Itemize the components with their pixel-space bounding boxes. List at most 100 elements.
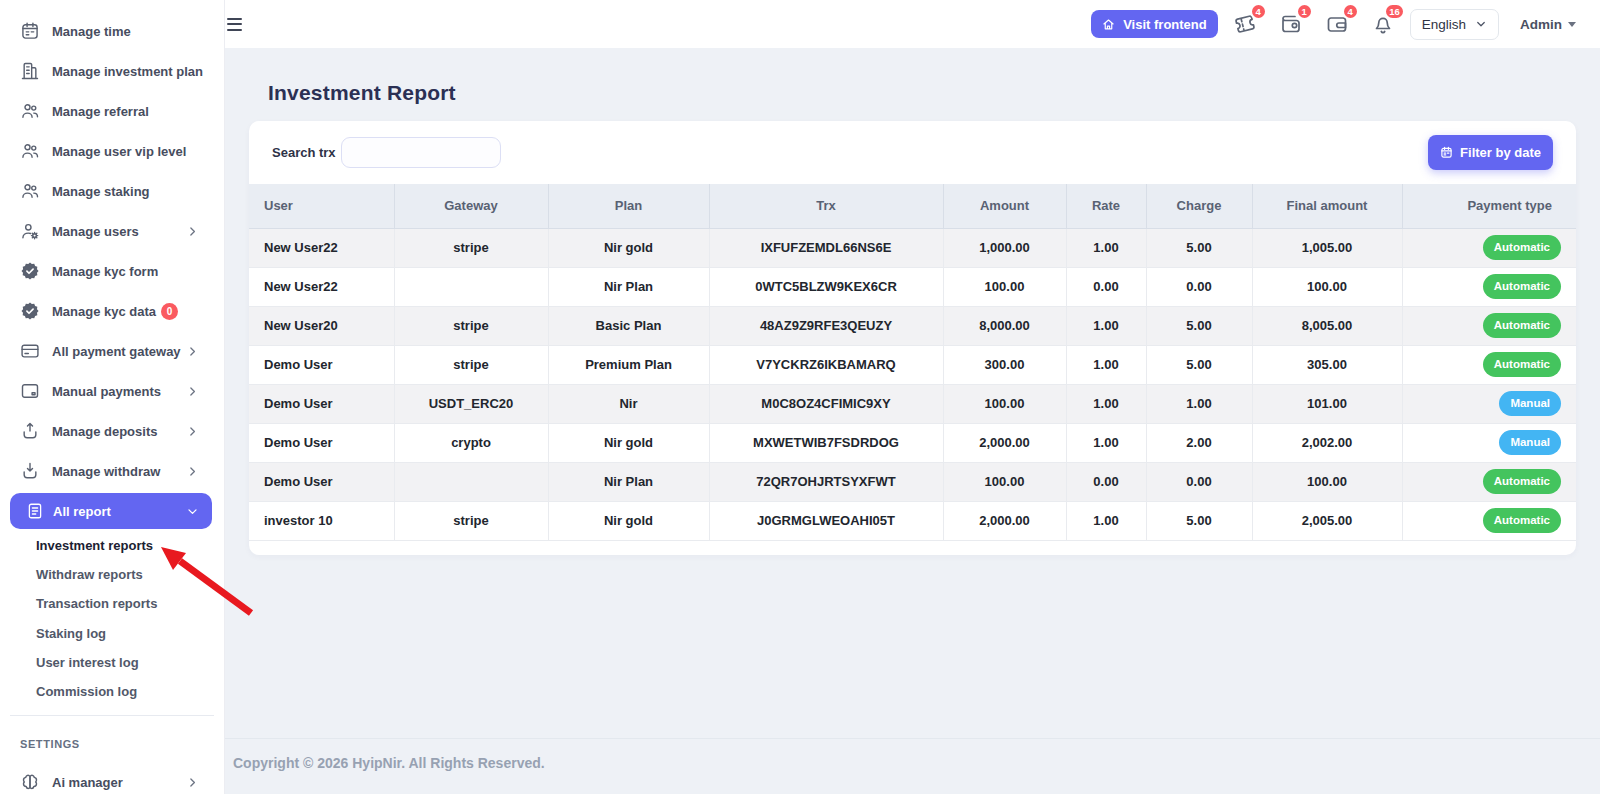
hamburger-menu-icon[interactable] <box>227 18 245 31</box>
sidebar-subitem-investment-reports[interactable]: Investment reports <box>0 531 224 560</box>
cell-trx: 72QR7OHJRTSYXFWT <box>709 462 943 501</box>
cell-rate: 1.00 <box>1066 228 1146 267</box>
sidebar-item-manage-deposits[interactable]: Manage deposits <box>0 411 224 451</box>
ticket-button[interactable]: 4 <box>1233 12 1257 36</box>
cell-payment-type: Automatic <box>1402 306 1576 345</box>
search-trx-label: Search trx <box>272 145 336 160</box>
cell-amount: 8,000.00 <box>943 306 1066 345</box>
sidebar-item-manage-users[interactable]: Manage users <box>0 211 224 251</box>
cell-user: New User22 <box>249 267 394 306</box>
cell-user: New User20 <box>249 306 394 345</box>
cell-plan: Nir <box>548 384 709 423</box>
column-header-amount: Amount <box>943 184 1066 228</box>
sidebar-subitem-withdraw-reports[interactable]: Withdraw reports <box>0 560 224 589</box>
table-row: Demo UserUSDT_ERC20NirM0C8OZ4CFIMIC9XY10… <box>249 384 1576 423</box>
admin-menu[interactable]: Admin <box>1520 17 1576 32</box>
sidebar-subitem-transaction-reports[interactable]: Transaction reports <box>0 589 224 618</box>
caret-down-icon <box>1568 22 1576 27</box>
admin-label: Admin <box>1520 17 1562 32</box>
search-trx-input[interactable] <box>341 137 501 168</box>
cell-rate: 1.00 <box>1066 423 1146 462</box>
sidebar-item-manage-time[interactable]: Manage time <box>0 11 224 51</box>
subitem-label: Staking log <box>36 626 106 641</box>
sidebar-item-label: Manual payments <box>52 384 161 399</box>
sidebar-item-all-payment-gateway[interactable]: All payment gateway <box>0 331 224 371</box>
cell-trx: J0GRMGLWEOAHI05T <box>709 501 943 540</box>
column-header-gateway: Gateway <box>394 184 548 228</box>
table-row: New User20stripeBasic Plan48AZ9Z9RFE3QEU… <box>249 306 1576 345</box>
cell-final-amount: 1,005.00 <box>1252 228 1402 267</box>
manual-payment-icon <box>20 381 40 401</box>
cell-amount: 100.00 <box>943 267 1066 306</box>
cell-charge: 5.00 <box>1146 306 1252 345</box>
report-icon <box>26 502 44 520</box>
cell-payment-type: Automatic <box>1402 462 1576 501</box>
cell-user: Demo User <box>249 345 394 384</box>
sidebar-item-manage-investment-plan[interactable]: Manage investment plan <box>0 51 224 91</box>
sidebar-subitem-staking-log[interactable]: Staking log <box>0 619 224 648</box>
sidebar-item-manual-payments[interactable]: Manual payments <box>0 371 224 411</box>
sidebar-item-manage-kyc-form[interactable]: Manage kyc form <box>0 251 224 291</box>
payment-type-badge: Automatic <box>1483 235 1561 261</box>
cell-plan: Nir gold <box>548 423 709 462</box>
credit-card-icon <box>20 341 40 361</box>
kyc-count-badge: 0 <box>161 303 178 320</box>
cell-gateway: USDT_ERC20 <box>394 384 548 423</box>
cell-amount: 100.00 <box>943 462 1066 501</box>
chevron-down-icon <box>1475 18 1487 30</box>
chev-right-icon <box>186 465 199 478</box>
table-row: Demo UsercryptoNir goldMXWETWIB7FSDRDOG2… <box>249 423 1576 462</box>
sidebar-item-manage-staking[interactable]: Manage staking <box>0 171 224 211</box>
sidebar-item-manage-referral[interactable]: Manage referral <box>0 91 224 131</box>
cell-final-amount: 305.00 <box>1252 345 1402 384</box>
cell-gateway: crypto <box>394 423 548 462</box>
sidebar-item-label: Manage kyc data <box>52 304 156 319</box>
cell-user: Demo User <box>249 423 394 462</box>
cell-plan: Nir gold <box>548 228 709 267</box>
cell-payment-type: Automatic <box>1402 228 1576 267</box>
sidebar-item-all-report[interactable]: All report <box>10 493 212 529</box>
cell-charge: 0.00 <box>1146 462 1252 501</box>
notification-count-badge: 1 <box>1296 3 1313 20</box>
cell-rate: 1.00 <box>1066 306 1146 345</box>
sidebar-item-label: Manage staking <box>52 184 150 199</box>
bell-button[interactable]: 16 <box>1371 12 1395 36</box>
payment-type-badge: Automatic <box>1483 469 1561 495</box>
cell-amount: 1,000.00 <box>943 228 1066 267</box>
visit-frontend-button[interactable]: Visit frontend <box>1091 10 1218 38</box>
sidebar-item-manage-withdraw[interactable]: Manage withdraw <box>0 451 224 491</box>
cell-plan: Nir Plan <box>548 267 709 306</box>
sidebar-item-manage-kyc-data[interactable]: Manage kyc data 0 <box>0 291 224 331</box>
cell-payment-type: Automatic <box>1402 345 1576 384</box>
cell-user: New User22 <box>249 228 394 267</box>
topbar: Visit frontend 41416 English Admin <box>225 0 1600 48</box>
sidebar-item-label: Manage referral <box>52 104 149 119</box>
cell-trx: V7YCKRZ6IKBAMARQ <box>709 345 943 384</box>
wallet-button[interactable]: 4 <box>1325 12 1349 36</box>
cell-rate: 1.00 <box>1066 384 1146 423</box>
sidebar-item-manage-user-vip-level[interactable]: Manage user vip level <box>0 131 224 171</box>
cell-charge: 5.00 <box>1146 501 1252 540</box>
table-row: investor 10stripeNir goldJ0GRMGLWEOAHI05… <box>249 501 1576 540</box>
sidebar-subitem-commission-log[interactable]: Commission log <box>0 677 224 706</box>
calendar-icon <box>1440 146 1453 159</box>
cell-user: Demo User <box>249 384 394 423</box>
cell-plan: Basic Plan <box>548 306 709 345</box>
cell-final-amount: 2,002.00 <box>1252 423 1402 462</box>
report-submenu: Investment reportsWithdraw reportsTransa… <box>0 531 224 706</box>
user-gear-icon <box>20 221 40 241</box>
column-header-charge: Charge <box>1146 184 1252 228</box>
sidebar-item-ai-manager[interactable]: Ai manager <box>0 762 224 794</box>
topbar-icons: 414 16 <box>1233 12 1395 36</box>
column-header-final-amount: Final amount <box>1252 184 1402 228</box>
filter-by-date-label: Filter by date <box>1460 145 1541 160</box>
payment-type-badge: Manual <box>1499 430 1561 456</box>
cell-final-amount: 101.00 <box>1252 384 1402 423</box>
filter-by-date-button[interactable]: Filter by date <box>1428 135 1553 170</box>
sidebar-subitem-user-interest-log[interactable]: User interest log <box>0 648 224 677</box>
users-icon <box>20 101 40 121</box>
sidebar-item-label: Manage time <box>52 24 131 39</box>
language-select[interactable]: English <box>1410 9 1499 40</box>
copyright-text: Copyright © 2026 HyipNir. All Rights Res… <box>233 755 545 771</box>
wallet-coin-button[interactable]: 1 <box>1279 12 1303 36</box>
